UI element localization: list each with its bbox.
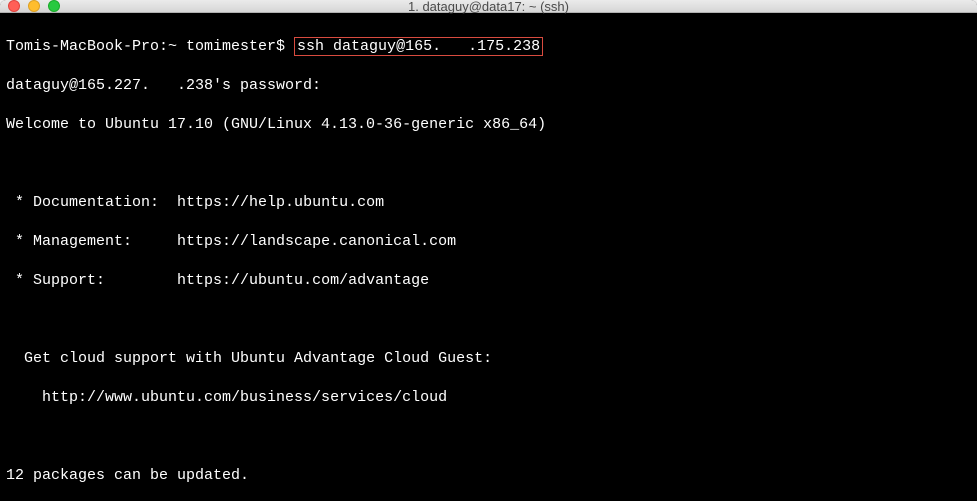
terminal-line: Get cloud support with Ubuntu Advantage …	[6, 349, 971, 369]
terminal-line: Welcome to Ubuntu 17.10 (GNU/Linux 4.13.…	[6, 115, 971, 135]
maximize-icon[interactable]	[48, 0, 60, 12]
local-prompt: Tomis-MacBook-Pro:~ tomimester$	[6, 38, 294, 55]
terminal-line: Tomis-MacBook-Pro:~ tomimester$ ssh data…	[6, 37, 971, 57]
highlighted-command: ssh dataguy@165. .175.238	[294, 37, 543, 56]
terminal-line	[6, 154, 971, 174]
terminal-line	[6, 427, 971, 447]
terminal-line: * Documentation: https://help.ubuntu.com	[6, 193, 971, 213]
window-title: 1. dataguy@data17: ~ (ssh)	[0, 0, 977, 14]
terminal-line: http://www.ubuntu.com/business/services/…	[6, 388, 971, 408]
terminal-window: 1. dataguy@data17: ~ (ssh) Tomis-MacBook…	[0, 0, 977, 501]
terminal-line: * Support: https://ubuntu.com/advantage	[6, 271, 971, 291]
titlebar[interactable]: 1. dataguy@data17: ~ (ssh)	[0, 0, 977, 13]
terminal-line: * Management: https://landscape.canonica…	[6, 232, 971, 252]
terminal-line: 12 packages can be updated.	[6, 466, 971, 486]
traffic-lights	[0, 0, 60, 12]
terminal-line	[6, 310, 971, 330]
terminal-content[interactable]: Tomis-MacBook-Pro:~ tomimester$ ssh data…	[0, 13, 977, 501]
close-icon[interactable]	[8, 0, 20, 12]
terminal-line: dataguy@165.227. .238's password:	[6, 76, 971, 96]
minimize-icon[interactable]	[28, 0, 40, 12]
